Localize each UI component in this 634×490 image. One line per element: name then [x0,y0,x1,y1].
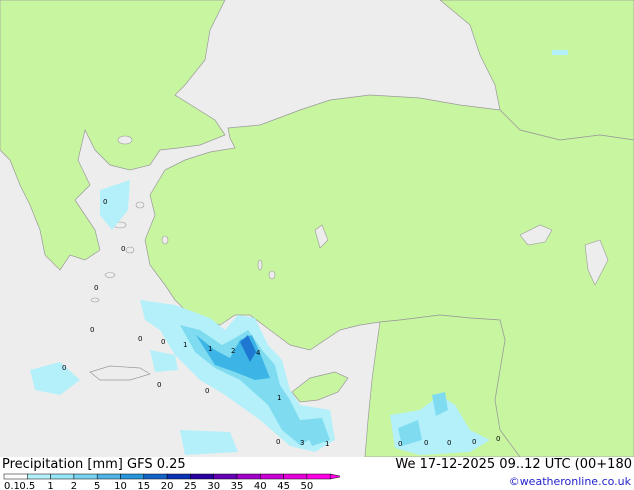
map-value: 0 [447,439,451,447]
map-value: 0 [103,198,107,206]
map-value: 0 [121,245,125,253]
precip-spot-north [552,50,568,55]
scale-label: 50 [301,481,314,490]
scale-box [166,473,191,480]
map-value: 3 [300,439,304,447]
scale-box [236,473,261,480]
scale-box [283,473,308,480]
scale-label: 0.1 [4,481,20,490]
scale-box [96,473,121,480]
map-value: 0 [424,439,428,447]
map-value: 0 [472,438,476,446]
scale-box [73,473,98,480]
credit-link[interactable]: ©weatheronline.co.uk [509,475,631,488]
scale-label: 15 [137,481,150,490]
scale-label: 45 [277,481,290,490]
scale-label: 30 [207,481,220,490]
scale-label: 20 [161,481,174,490]
map-value: 2 [231,347,235,355]
valid-time: We 17-12-2025 09..12 UTC (00+180 [395,457,632,472]
map-value: 1 [277,394,281,402]
map-value: 0 [205,387,209,395]
scale-box [260,473,284,480]
scale-box [213,473,238,480]
scale-label: 5 [94,481,100,490]
map-value: 0 [94,284,98,292]
map-value: 0 [276,438,280,446]
scale-label: 2 [71,481,77,490]
scale-box [50,473,75,480]
footer-bar: Precipitation [mm] GFS 0.25 We 17-12-202… [0,457,634,490]
scale-label: 35 [231,481,244,490]
map-value: 0 [496,435,500,443]
map-canvas: 0 0 0 0 0 0 0 1 1 2 4 0 1 0 3 1 0 0 0 0 … [0,0,634,457]
map-value: 1 [208,345,212,353]
map-value: 0 [62,364,66,372]
map-value: 0 [398,440,402,448]
scale-box [190,473,214,480]
scale-label: 0.5 [19,481,35,490]
scale-labels: 0.1 0.5 1 2 5 10 15 20 25 30 35 40 45 50 [4,481,313,490]
precipitation-map[interactable]: 0 0 0 0 0 0 0 1 1 2 4 0 1 0 3 1 0 0 0 0 … [0,0,634,457]
scale-label: 10 [114,481,127,490]
scale-arrow [329,473,340,480]
map-value: 0 [138,335,142,343]
scale-box [143,473,168,480]
map-value: 0 [157,381,161,389]
scale-box [3,473,28,480]
color-scale-legend: 0.1 0.5 1 2 5 10 15 20 25 30 35 40 45 50 [3,473,340,490]
scale-label: 25 [184,481,197,490]
map-value: 0 [161,338,165,346]
scale-box [27,473,51,480]
scale-label: 40 [254,481,267,490]
scale-box [120,473,145,480]
scale-boxes [3,473,340,480]
map-value: 1 [183,341,187,349]
map-title: Precipitation [mm] GFS 0.25 [2,457,186,472]
map-value: 4 [256,349,261,357]
map-value: 1 [325,440,329,448]
map-value: 0 [90,326,94,334]
scale-box [306,473,331,480]
scale-label: 1 [47,481,53,490]
